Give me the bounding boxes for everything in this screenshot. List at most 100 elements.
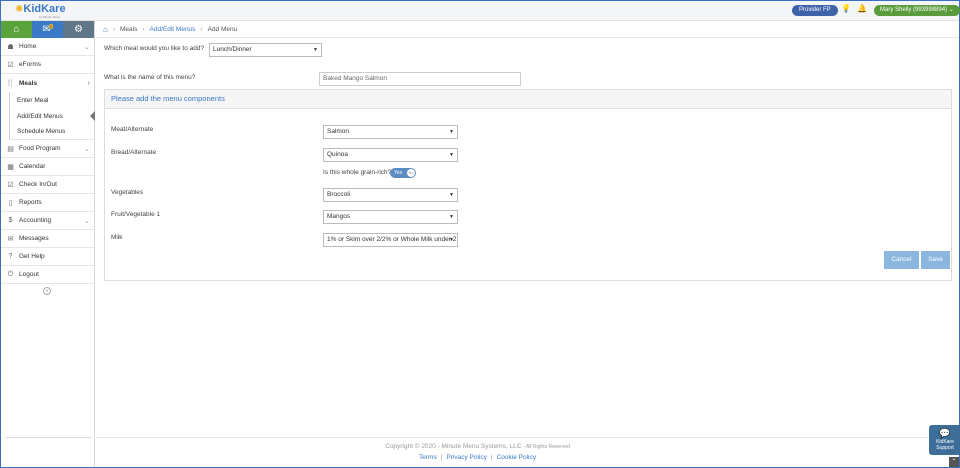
power-icon: ⏻ xyxy=(7,270,14,278)
chevron-down-icon: ⌄ xyxy=(84,43,90,51)
sidebar-item-label: eForms xyxy=(19,61,42,68)
sidebar-subitem-add-edit-menus[interactable]: Add/Edit Menus xyxy=(9,108,95,124)
sidebar-item-label: Home xyxy=(19,43,37,50)
dropdown-arrow-icon: ▼ xyxy=(449,129,454,135)
list-icon: ▤ xyxy=(7,145,14,153)
menu-name-input[interactable]: Baked Mango Salmon xyxy=(319,72,521,86)
save-button[interactable]: Save xyxy=(921,251,950,269)
user-menu-button[interactable]: Mary Shelly (993998894) ⌄ xyxy=(874,5,960,16)
cookie-policy-link[interactable]: Cookie Policy xyxy=(497,454,536,461)
meal-question-label: Which meal would you like to add? xyxy=(104,45,205,52)
link-separator: | xyxy=(490,454,493,461)
dropdown-arrow-icon: ▼ xyxy=(449,214,454,220)
support-label-2: Support xyxy=(936,445,954,451)
vegetables-label: Vegetables xyxy=(111,189,144,196)
logo-text: KidKare xyxy=(23,3,66,15)
sidebar-item-home[interactable]: ☗ Home ⌄ xyxy=(1,38,94,56)
user-name: Mary Shelly (993998894) xyxy=(880,7,948,13)
quick-settings-button[interactable]: ⚙ xyxy=(63,21,94,38)
milk-label: Milk xyxy=(111,234,123,241)
scroll-to-top-icon[interactable]: ⌃ xyxy=(949,457,959,467)
whole-grain-toggle[interactable]: Yes No xyxy=(390,168,416,178)
breadcrumb-add-edit-menus[interactable]: Add/Edit Menus xyxy=(150,26,196,33)
vegetables-value: Broccoli xyxy=(327,191,351,198)
envelope-icon: ✉ xyxy=(7,235,14,243)
bread-select[interactable]: Quinoa ▼ xyxy=(323,148,458,162)
sidebar-item-eforms[interactable]: ☑ eForms xyxy=(1,56,94,74)
calendar-icon: ▦ xyxy=(7,163,14,171)
home-icon: ⌂ xyxy=(13,24,20,35)
terms-link[interactable]: Terms xyxy=(419,454,437,461)
milk-select[interactable]: 1% or Skim over 2/2% or Whole Milk under… xyxy=(323,233,458,247)
lightbulb-icon[interactable]: 💡 xyxy=(841,4,851,13)
menu-components-panel: Please add the menu components xyxy=(104,89,952,281)
breadcrumb-add-menu: Add Menu xyxy=(207,25,238,33)
quick-home-button[interactable]: ⌂ xyxy=(1,21,32,38)
breadcrumb-separator: › xyxy=(142,25,145,33)
collapse-sidebar-icon[interactable]: « xyxy=(43,287,51,295)
bread-value: Quinoa xyxy=(327,151,348,158)
footer-divider xyxy=(96,437,959,438)
quick-actions: ⌂ ✉ 5 ⚙ xyxy=(1,21,94,38)
fruit-value: Mangos xyxy=(327,213,351,220)
sidebar: ⌂ ✉ 5 ⚙ ☗ Home ⌄ ☑ eForms 🍴 Meals › Enter… xyxy=(1,21,95,467)
breadcrumb: ⌂ › Meals › Add/Edit Menus › Add Menu xyxy=(96,21,959,38)
subitem-label: Schedule Menus xyxy=(17,128,66,135)
sidebar-item-label: Calendar xyxy=(19,163,46,170)
sidebar-divider xyxy=(6,437,91,438)
document-icon: ▯ xyxy=(8,199,13,207)
subitem-label: Enter Meal xyxy=(17,96,49,104)
sidebar-item-label: Accounting xyxy=(19,217,52,224)
sidebar-item-messages[interactable]: ✉ Messages xyxy=(1,230,94,248)
sidebar-item-accounting[interactable]: $ Accounting ⌄ xyxy=(1,212,94,230)
kidkare-logo[interactable]: ✺KidKare by Minute Menu xyxy=(15,3,66,19)
whole-grain-label: Is this whole grain-rich? xyxy=(323,169,392,176)
bell-icon[interactable]: 🔔 xyxy=(857,4,867,13)
dropdown-arrow-icon: ▼ xyxy=(449,192,454,198)
privacy-policy-link[interactable]: Privacy Policy xyxy=(446,454,486,461)
chevron-down-icon: ⌄ xyxy=(948,7,954,13)
sidebar-item-logout[interactable]: ⏻ Logout xyxy=(1,266,94,284)
provider-button[interactable]: Provider FP xyxy=(792,5,838,16)
sidebar-item-meals[interactable]: 🍴 Meals › xyxy=(1,74,94,92)
cancel-button[interactable]: Cancel xyxy=(884,251,919,269)
meal-type-select[interactable]: Lunch/Dinner ▼ xyxy=(209,43,322,57)
chevron-down-icon: ⌄ xyxy=(84,145,90,153)
fruit-select[interactable]: Mangos ▼ xyxy=(323,210,458,224)
copyright-rights: - All Rights Reserved xyxy=(523,444,570,450)
sidebar-item-reports[interactable]: ▯ Reports xyxy=(1,194,94,212)
sidebar-subitem-enter-meal[interactable]: Enter Meal xyxy=(9,92,94,108)
sidebar-item-label: Check In/Out xyxy=(19,181,57,188)
kidkare-support-button[interactable]: 💬 KidKare Support xyxy=(929,425,960,455)
bread-label: Bread/Alternate xyxy=(111,149,157,156)
sidebar-item-calendar[interactable]: ▦ Calendar xyxy=(1,158,94,176)
meat-select[interactable]: Salmon ▼ xyxy=(323,125,458,139)
sidebar-item-label: Get Help xyxy=(19,253,45,260)
sidebar-item-label: Reports xyxy=(19,199,42,206)
home-icon[interactable]: ⌂ xyxy=(103,25,108,34)
sidebar-item-get-help[interactable]: ? Get Help xyxy=(1,248,94,266)
subitem-label: Add/Edit Menus xyxy=(17,112,63,120)
meal-type-value: Lunch/Dinner xyxy=(213,46,252,53)
help-icon: ? xyxy=(8,253,13,260)
dollar-icon: $ xyxy=(8,217,13,224)
panel-title: Please add the menu components xyxy=(105,90,951,109)
meat-label: Meat/Alternate xyxy=(111,126,154,133)
sidebar-item-food-program[interactable]: ▤ Food Program ⌄ xyxy=(1,140,94,158)
breadcrumb-meals[interactable]: Meals xyxy=(120,26,137,33)
gears-icon: ⚙ xyxy=(74,24,83,35)
utensils-icon: 🍴 xyxy=(6,80,15,87)
sidebar-item-label: Messages xyxy=(19,235,49,242)
home-icon: ☗ xyxy=(7,43,14,51)
check-icon: ☑ xyxy=(7,181,14,189)
menu-name-label: What is the name of this menu? xyxy=(104,74,196,81)
footer-links: Terms | Privacy Policy | Cookie Policy xyxy=(96,454,859,461)
quick-mail-button[interactable]: ✉ 5 xyxy=(32,21,63,38)
breadcrumb-separator: › xyxy=(200,25,203,33)
chevron-right-icon: › xyxy=(87,79,90,87)
vegetables-select[interactable]: Broccoli ▼ xyxy=(323,188,458,202)
sidebar-item-label: Food Program xyxy=(19,145,61,152)
meat-value: Salmon xyxy=(327,128,350,135)
sidebar-subitem-schedule-menus[interactable]: Schedule Menus xyxy=(9,124,94,140)
sidebar-item-check-in-out[interactable]: ☑ Check In/Out xyxy=(1,176,94,194)
